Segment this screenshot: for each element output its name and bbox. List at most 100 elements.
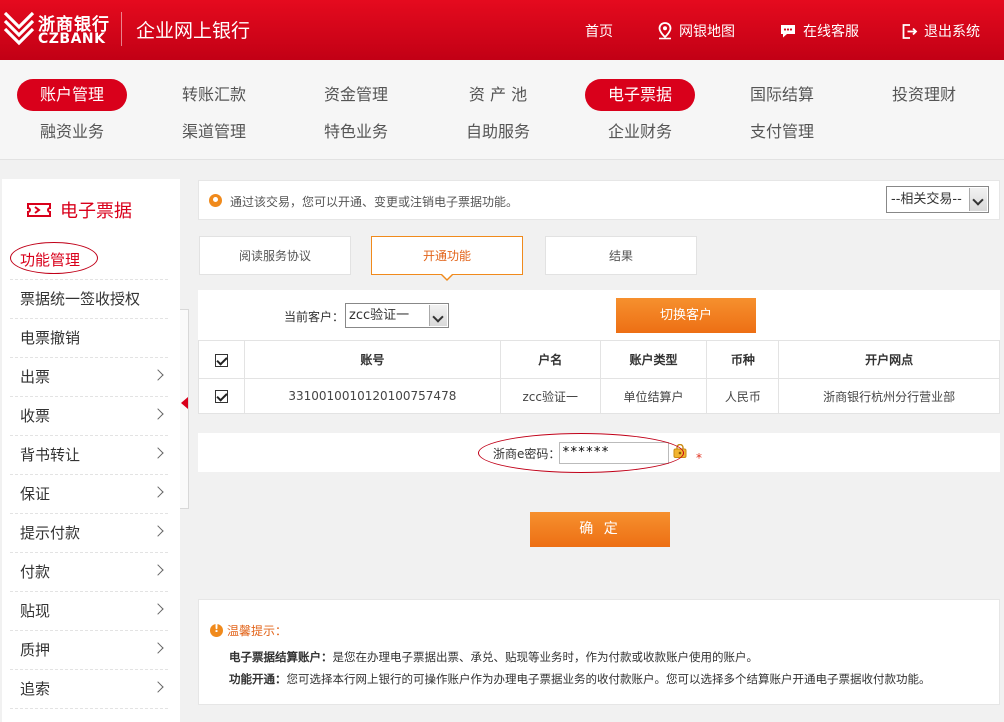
nav-home[interactable]: 首页 (585, 21, 613, 41)
tip-text: 是您在办理电子票据出票、承兑、贴现等业务时，作为付款或收款账户使用的账户。 (332, 650, 759, 664)
menu-payment-management[interactable]: 支付管理 (727, 116, 837, 148)
sidebar-item[interactable]: 收票 (10, 397, 168, 436)
sidebar-item-label: 票据统一签收授权 (20, 290, 141, 308)
cell-account-number: 3310010010120100757478 (243, 378, 501, 414)
menu-fund-management[interactable]: 资金管理 (301, 79, 411, 111)
select-all-checkbox[interactable] (214, 353, 228, 367)
sidebar-item-label: 追索 (20, 680, 51, 698)
cell-branch: 浙商银行杭州分行营业部 (778, 378, 1000, 414)
notice-bar: 通过该交易，您可以开通、变更或注销电子票据功能。 (198, 180, 1000, 220)
highlight-circle-password (478, 433, 684, 473)
row-select-cell (198, 378, 245, 414)
tips-title: 温馨提示： (210, 622, 287, 639)
required-mark: * (696, 451, 702, 465)
menu-investment[interactable]: 投资理财 (869, 79, 979, 111)
related-transactions-value: --相关交易-- (891, 192, 962, 207)
header-currency: 币种 (706, 340, 780, 379)
map-pin-icon (658, 22, 672, 40)
header-account-type: 账户类型 (599, 340, 708, 379)
tip-term: 电子票据结算账户： (229, 650, 333, 664)
nav-home-label: 首页 (585, 24, 613, 40)
select-all-cell (198, 340, 245, 379)
menu-international-settlement[interactable]: 国际结算 (727, 79, 837, 111)
cell-account-name: zcc验证一 (499, 378, 601, 414)
nav-logout-label: 退出系统 (924, 24, 980, 40)
chevron-right-icon (152, 642, 164, 654)
table-row[interactable]: 3310010010120100757478 zcc验证一 单位结算户 人民币 … (198, 378, 1000, 414)
sidebar-item[interactable]: 提示付款 (10, 514, 168, 553)
customer-select[interactable]: zcc验证一 (345, 303, 449, 328)
sidebar-item-label: 电票撤销 (20, 329, 81, 347)
logout-icon (902, 23, 918, 39)
sidebar-item-label: 付款 (20, 563, 51, 581)
menu-corporate-finance[interactable]: 企业财务 (585, 116, 695, 148)
active-step-pointer (440, 273, 454, 281)
warning-icon (210, 622, 223, 637)
chevron-right-icon (152, 447, 164, 459)
nav-site-map-label: 网银地图 (679, 24, 735, 40)
chevron-down-icon[interactable] (429, 305, 447, 326)
sidebar-item[interactable]: 付款 (10, 553, 168, 592)
sidebar-title: 电子票据 (2, 179, 180, 241)
sidebar-item-label: 质押 (20, 641, 51, 659)
sidebar-item[interactable]: 质押 (10, 631, 168, 670)
sidebar-item[interactable]: 保证 (10, 475, 168, 514)
row-checkbox[interactable] (214, 390, 228, 403)
collapse-arrow-icon[interactable] (181, 397, 188, 409)
sidebar-item[interactable]: 追索 (10, 670, 168, 709)
related-transactions-select[interactable]: --相关交易-- (886, 186, 989, 213)
menu-account-management[interactable]: 账户管理 (17, 79, 127, 111)
account-table: 账号 户名 账户类型 币种 开户网点 331001001012010075747… (198, 340, 1000, 414)
step-result[interactable]: 结果 (545, 236, 697, 275)
ticket-icon (27, 203, 51, 217)
menu-asset-pool[interactable]: 资 产 池 (443, 79, 553, 111)
top-header: 浙商银行 CZBANK 企业网上银行 首页 网银地图 在线客服 退出系统 (0, 0, 1004, 60)
nav-site-map[interactable]: 网银地图 (657, 21, 735, 41)
menu-financing[interactable]: 融资业务 (17, 116, 127, 148)
confirm-button[interactable]: 确 定 (530, 512, 670, 547)
header-account-name: 户名 (499, 340, 601, 379)
switch-customer-button[interactable]: 切换客户 (616, 298, 756, 333)
menu-self-service[interactable]: 自助服务 (443, 116, 553, 148)
app-title: 企业网上银行 (136, 20, 251, 42)
sidebar-item-label: 收票 (20, 407, 51, 425)
step-enable-function[interactable]: 开通功能 (371, 236, 523, 275)
chevron-right-icon (152, 564, 164, 576)
highlight-circle-function-management (10, 242, 98, 274)
chevron-right-icon (152, 369, 164, 381)
info-icon (209, 194, 222, 207)
menu-featured-services[interactable]: 特色业务 (301, 116, 411, 148)
sidebar-item[interactable]: 背书转让 (10, 436, 168, 475)
sidebar-item[interactable]: 电票撤销 (10, 319, 168, 358)
sidebar-item-label: 提示付款 (20, 524, 81, 542)
tip-term: 功能开通： (229, 672, 287, 686)
menu-electronic-bills[interactable]: 电子票据 (585, 79, 695, 111)
header-account-number: 账号 (243, 340, 501, 379)
cell-currency: 人民币 (706, 378, 780, 414)
chevron-right-icon (152, 486, 164, 498)
header-branch: 开户网点 (778, 340, 1000, 379)
current-customer-label: 当前客户： (284, 310, 345, 324)
chevron-right-icon (152, 681, 164, 693)
logo-english-name: CZBANK (38, 31, 106, 47)
sidebar-item[interactable]: 贴现 (10, 592, 168, 631)
menu-channel-management[interactable]: 渠道管理 (159, 116, 269, 148)
sidebar-title-label: 电子票据 (60, 201, 132, 222)
chevron-right-icon (152, 525, 164, 537)
czbank-logo[interactable]: 浙商银行 CZBANK (2, 9, 114, 49)
sidebar-collapse-handle[interactable] (180, 309, 189, 509)
cell-account-type: 单位结算户 (599, 378, 708, 414)
chevron-down-icon[interactable] (969, 188, 987, 211)
customer-select-value: zcc验证一 (349, 308, 410, 323)
table-header-row: 账号 户名 账户类型 币种 开户网点 (198, 340, 1000, 379)
sidebar-item[interactable]: 出票 (10, 358, 168, 397)
step-read-agreement[interactable]: 阅读服务协议 (199, 236, 351, 275)
sidebar-item[interactable]: 票据统一签收授权 (10, 280, 168, 319)
nav-online-service-label: 在线客服 (803, 24, 859, 40)
nav-logout[interactable]: 退出系统 (901, 21, 980, 41)
nav-online-service[interactable]: 在线客服 (779, 21, 859, 41)
header-divider (121, 12, 122, 46)
menu-transfer[interactable]: 转账汇款 (159, 79, 269, 111)
czbank-logo-icon (3, 12, 35, 46)
sidebar-item-label: 贴现 (20, 602, 51, 620)
